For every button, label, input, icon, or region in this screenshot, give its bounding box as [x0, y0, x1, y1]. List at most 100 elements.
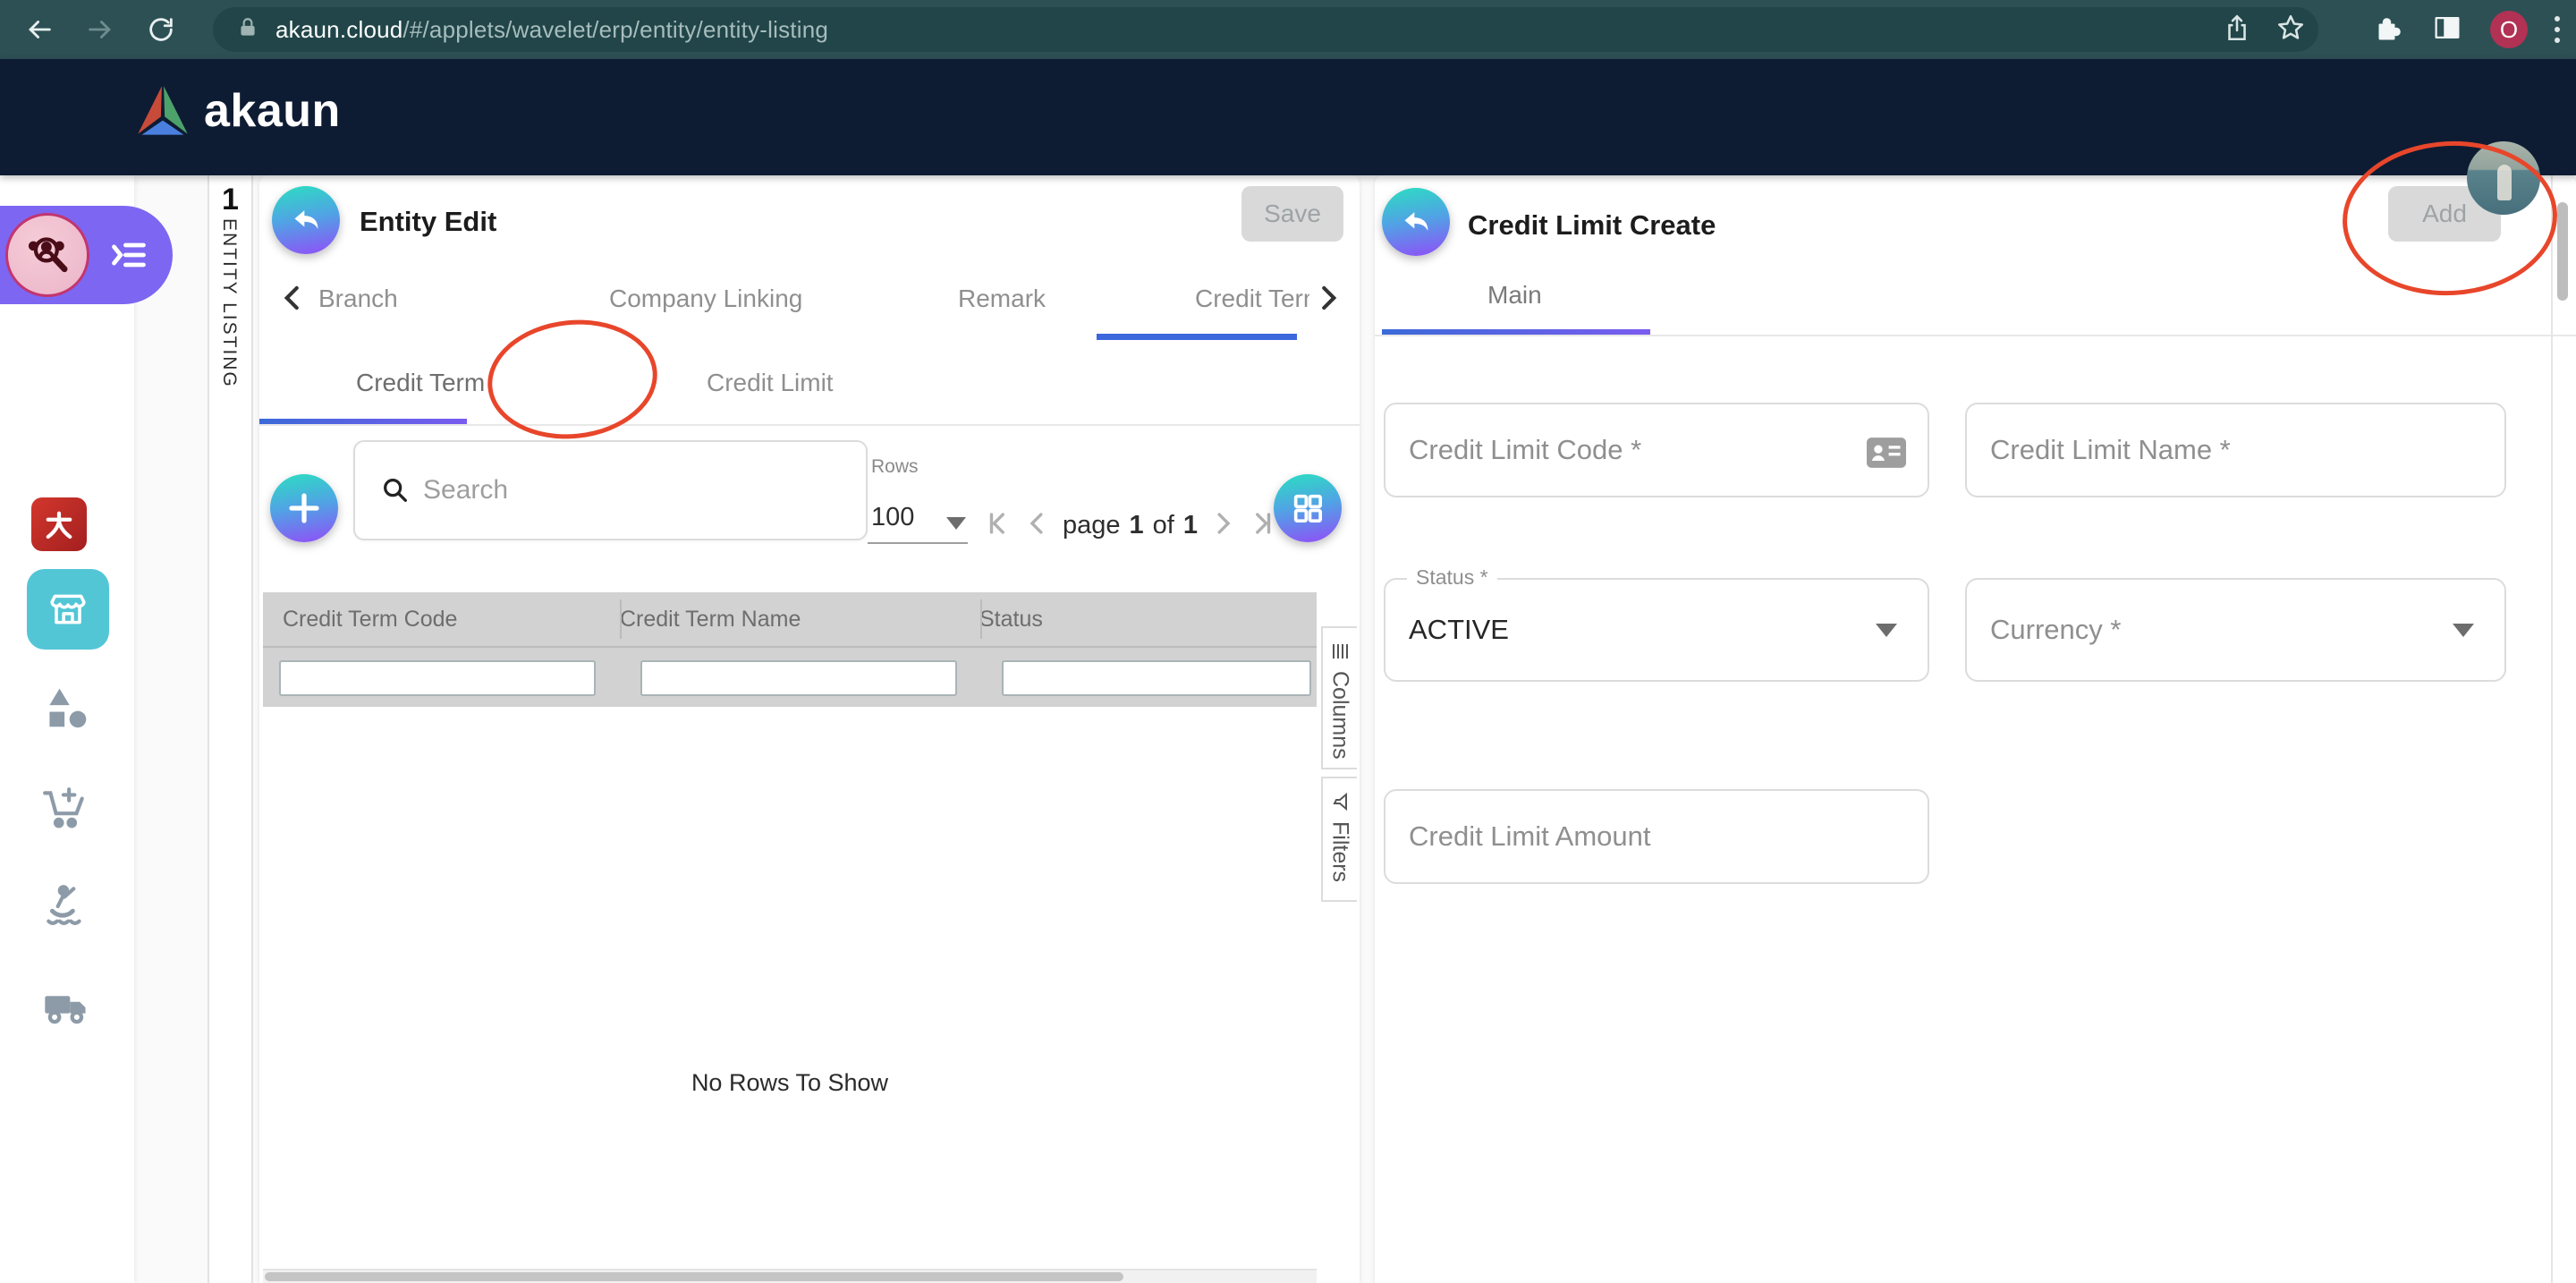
column-header-credit-term-name[interactable]: Credit Term Name: [620, 607, 979, 633]
last-page-icon[interactable]: [1246, 508, 1276, 543]
filter-input-status[interactable]: [1002, 660, 1311, 696]
sidebar-item-cart-add[interactable]: [41, 784, 89, 832]
rows-per-page-value[interactable]: 100: [871, 503, 914, 532]
first-page-icon[interactable]: [984, 508, 1014, 543]
sidebar-item-da-applet[interactable]: [31, 497, 87, 551]
entity-edit-back-button[interactable]: [272, 186, 340, 254]
credit-limit-create-title: Credit Limit Create: [1468, 209, 1716, 242]
tab-remark[interactable]: Remark: [958, 285, 1046, 313]
credit-limit-name-input[interactable]: [1967, 404, 2504, 496]
rows-label: Rows: [871, 456, 919, 478]
column-header-credit-term-code[interactable]: Credit Term Code: [283, 607, 620, 633]
credit-limit-code-input[interactable]: [1385, 404, 1928, 496]
panel-scrollbar-thumb[interactable]: [2557, 202, 2568, 301]
current-page: 1: [1130, 511, 1144, 540]
table-filter-row: [263, 646, 1317, 707]
active-tab-underline: [1097, 334, 1297, 340]
entity-applet-icon[interactable]: [5, 213, 89, 297]
currency-dropdown-caret-icon[interactable]: [2453, 624, 2474, 637]
browser-back-icon[interactable]: [20, 10, 59, 49]
browser-reload-icon[interactable]: [141, 10, 181, 49]
grid-view-button[interactable]: [1274, 474, 1342, 542]
subtab-credit-limit[interactable]: Credit Limit: [707, 369, 834, 397]
share-icon[interactable]: [2222, 13, 2252, 47]
tab-main[interactable]: Main: [1487, 281, 1542, 310]
columns-side-tab[interactable]: Columns: [1321, 626, 1357, 769]
sidebar-item-truck[interactable]: [41, 981, 91, 1031]
sidebar-item-entity-active[interactable]: [0, 206, 173, 304]
currency-select-field[interactable]: Currency *: [1965, 578, 2506, 682]
entity-edit-title: Entity Edit: [360, 206, 496, 238]
side-panel-icon[interactable]: [2431, 12, 2463, 48]
app-sidebar: [0, 175, 134, 1283]
hscroll-thumb[interactable]: [265, 1272, 1123, 1281]
menu-open-icon[interactable]: [109, 238, 148, 276]
rows-select-underline: [868, 542, 968, 544]
filters-tab-label: Filters: [1327, 821, 1353, 882]
save-button[interactable]: Save: [1241, 186, 1343, 242]
lock-icon: [236, 14, 259, 46]
rows-dropdown-caret-icon[interactable]: [946, 517, 966, 530]
app-navbar: akaun: [0, 59, 2576, 175]
next-page-icon[interactable]: [1207, 508, 1237, 543]
tab-branch[interactable]: Branch: [318, 285, 398, 313]
status-value: ACTIVE: [1409, 614, 1509, 646]
status-select-field[interactable]: Status * ACTIVE: [1384, 578, 1929, 682]
pagination: page 1 of 1: [984, 508, 1276, 543]
browser-forward-icon[interactable]: [80, 10, 120, 49]
screen: akaun.cloud/#/applets/wavelet/erp/entity…: [0, 0, 2576, 1283]
credit-limit-create-panel: Credit Limit Create Add Main Status * AC…: [1375, 175, 2576, 1283]
browser-profile-badge[interactable]: O: [2490, 11, 2528, 48]
filter-funnel-icon: [1329, 791, 1351, 812]
currency-placeholder: Currency *: [1990, 614, 2121, 646]
columns-icon: [1329, 641, 1351, 662]
search-field[interactable]: [353, 440, 868, 540]
bookmark-star-icon[interactable]: [2275, 13, 2306, 47]
workspace-tab-entity-listing[interactable]: 1 ENTITY LISTING: [208, 175, 253, 1283]
url-bar[interactable]: akaun.cloud/#/applets/wavelet/erp/entity…: [213, 7, 2318, 52]
filter-input-credit-term-name[interactable]: [640, 660, 957, 696]
credit-limit-amount-input[interactable]: [1385, 791, 1928, 882]
workspace-tab-index: 1: [222, 183, 239, 217]
browser-chrome: akaun.cloud/#/applets/wavelet/erp/entity…: [0, 0, 2576, 59]
credit-limit-back-button[interactable]: [1382, 188, 1450, 256]
status-dropdown-caret-icon[interactable]: [1876, 624, 1897, 637]
akaun-triangle-icon: [134, 85, 191, 137]
tabs-scroll-right-icon[interactable]: [1311, 281, 1345, 315]
contact-card-icon[interactable]: [1867, 437, 1906, 473]
filters-side-tab[interactable]: Filters: [1321, 777, 1357, 902]
sidebar-item-storefront[interactable]: [27, 569, 109, 650]
credit-limit-name-field[interactable]: [1965, 403, 2506, 497]
search-input[interactable]: [423, 475, 799, 506]
browser-menu-icon[interactable]: [2555, 16, 2560, 43]
table-horizontal-scrollbar[interactable]: [263, 1270, 1317, 1283]
table-body: No Rows To Show: [263, 707, 1317, 1270]
filter-input-credit-term-code[interactable]: [279, 660, 596, 696]
tabs-scroll-left-icon[interactable]: [275, 281, 309, 315]
extensions-puzzle-icon[interactable]: [2372, 12, 2404, 48]
prev-page-icon[interactable]: [1023, 508, 1054, 543]
credit-limit-amount-field[interactable]: [1384, 789, 1929, 884]
main-tab-divider: [1375, 335, 2576, 336]
empty-table-message: No Rows To Show: [263, 1069, 1317, 1097]
subtab-credit-term[interactable]: Credit Term: [356, 369, 485, 397]
akaun-logo[interactable]: akaun: [134, 84, 341, 138]
subtab-divider: [259, 424, 1360, 426]
grid-icon: [1290, 490, 1326, 526]
panel-scrollbar-track: [2551, 175, 2553, 1283]
sidebar-item-shapes[interactable]: [43, 684, 89, 730]
url-text: akaun.cloud/#/applets/wavelet/erp/entity…: [275, 16, 828, 44]
column-header-status[interactable]: Status: [979, 607, 1043, 633]
add-row-button[interactable]: [270, 474, 338, 542]
status-label: Status *: [1407, 565, 1497, 590]
main-tab-strip: Branch Company Linking Remark Credit Ter…: [309, 277, 1309, 327]
credit-limit-code-field[interactable]: [1384, 403, 1929, 497]
sidebar-item-kitesurf[interactable]: [41, 882, 89, 930]
tab-credit-term-active[interactable]: Credit Term c: [1195, 285, 1309, 313]
of-label: of: [1153, 511, 1174, 540]
workspace-tab-label: ENTITY LISTING: [218, 218, 240, 388]
table-header-row: Credit Term Code Credit Term Name Status: [263, 592, 1317, 646]
columns-tab-label: Columns: [1327, 671, 1353, 760]
search-icon: [380, 475, 411, 506]
tab-company-linking[interactable]: Company Linking: [609, 285, 802, 313]
